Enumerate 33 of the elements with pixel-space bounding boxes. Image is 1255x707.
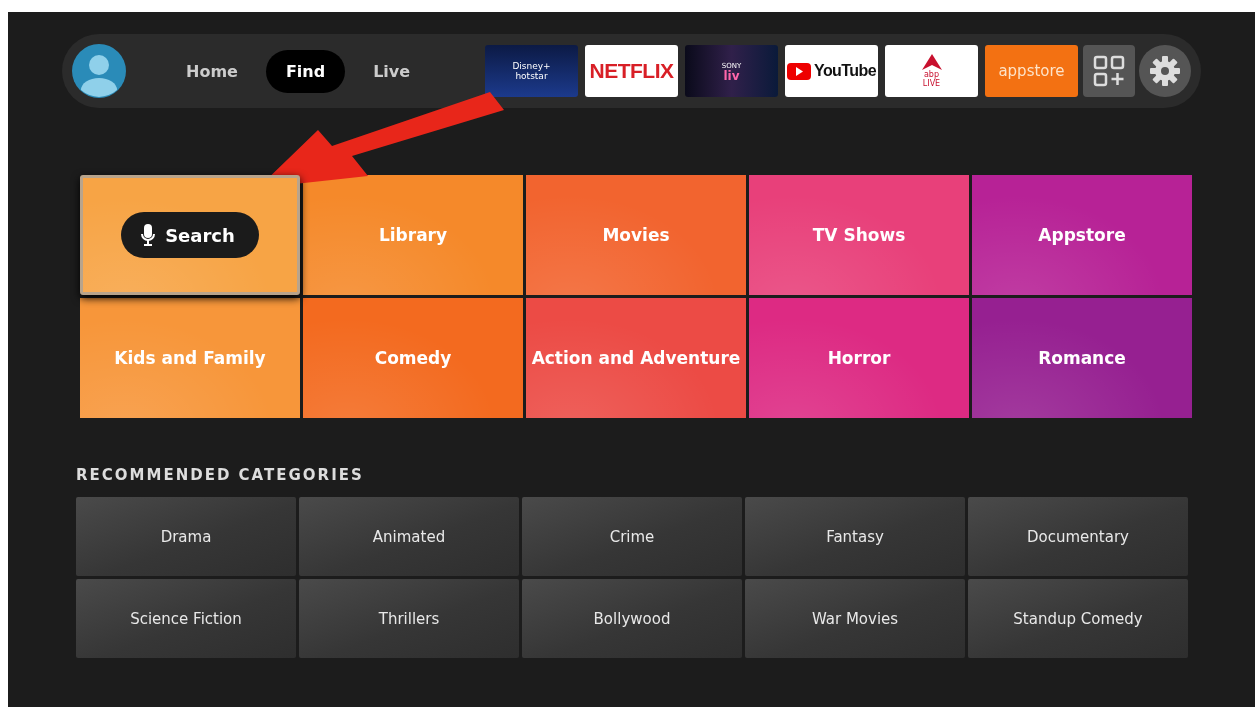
section-heading: RECOMMENDED CATEGORIES bbox=[76, 466, 365, 484]
category-tile[interactable]: Fantasy bbox=[745, 497, 965, 576]
category-tile[interactable]: Science Fiction bbox=[76, 579, 296, 658]
category-tile[interactable]: Horror bbox=[749, 298, 969, 418]
category-tile[interactable]: Documentary bbox=[968, 497, 1188, 576]
category-tile[interactable]: Romance bbox=[972, 298, 1192, 418]
category-tile[interactable]: Bollywood bbox=[522, 579, 742, 658]
netflix-app-tile[interactable]: NETFLIX bbox=[585, 45, 678, 97]
abp-live-app-tile[interactable]: abp LIVE bbox=[885, 45, 978, 97]
youtube-app-tile[interactable]: YouTube bbox=[785, 45, 878, 97]
category-tile[interactable]: War Movies bbox=[745, 579, 965, 658]
arrowhead-logo-icon bbox=[921, 54, 942, 70]
nav-tab[interactable]: Live bbox=[353, 49, 431, 93]
category-tile[interactable]: TV Shows bbox=[749, 175, 969, 295]
search-button[interactable]: Search bbox=[121, 212, 259, 258]
app-grid-button[interactable] bbox=[1083, 45, 1135, 97]
nav-tab[interactable]: Find bbox=[265, 49, 346, 93]
settings-icon bbox=[1150, 56, 1180, 86]
hotstar-app-tile[interactable]: Disney+ hotstar bbox=[485, 45, 578, 97]
profile-avatar-icon[interactable] bbox=[72, 44, 126, 98]
app-grid-icon bbox=[1093, 55, 1125, 87]
microphone-icon bbox=[141, 224, 156, 246]
category-tile[interactable]: Action and Adventure bbox=[526, 298, 746, 418]
category-tile[interactable]: Crime bbox=[522, 497, 742, 576]
category-tile[interactable]: Appstore bbox=[972, 175, 1192, 295]
category-tile[interactable]: Animated bbox=[299, 497, 519, 576]
nav-tab[interactable]: Home bbox=[166, 49, 258, 93]
category-tile[interactable]: Thrillers bbox=[299, 579, 519, 658]
settings-button[interactable] bbox=[1139, 45, 1191, 97]
category-tile[interactable]: Drama bbox=[76, 497, 296, 576]
play-logo-icon bbox=[787, 62, 812, 80]
category-tile[interactable]: Standup Comedy bbox=[968, 579, 1188, 658]
search-tile[interactable]: Search bbox=[80, 175, 300, 295]
